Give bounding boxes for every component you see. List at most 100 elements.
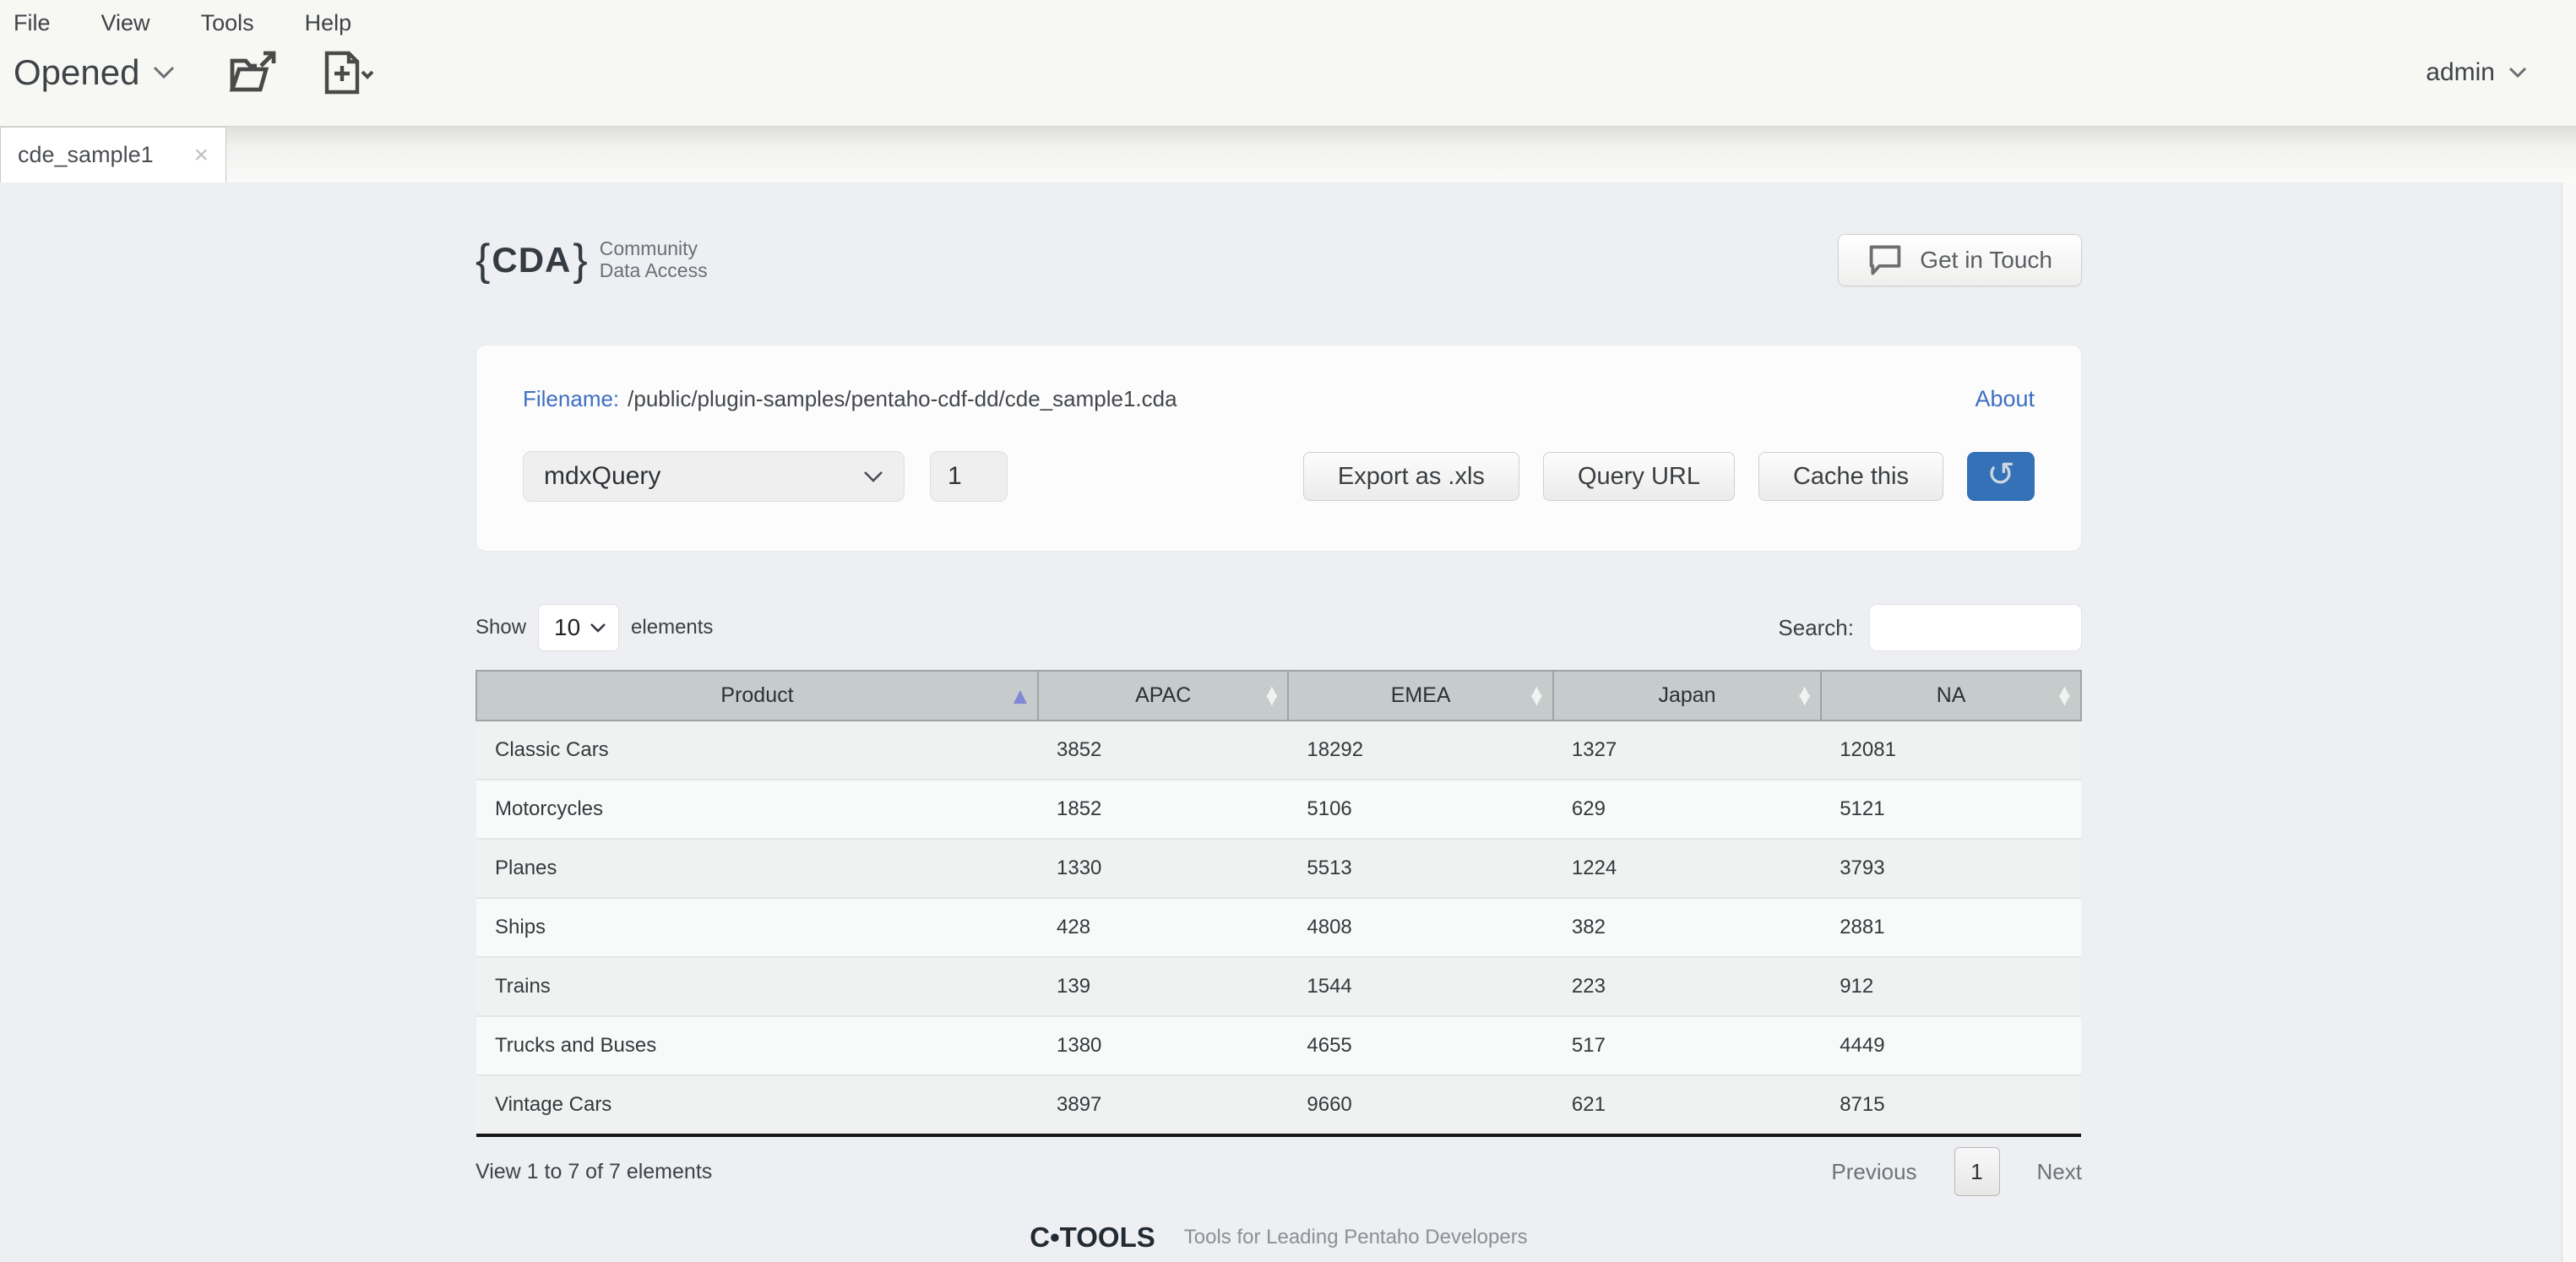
chevron-down-icon: [2508, 67, 2527, 79]
column-header-label: Japan: [1658, 683, 1715, 707]
column-header-label: EMEA: [1391, 683, 1451, 707]
cache-this-button[interactable]: Cache this: [1758, 452, 1943, 501]
value-cell: 4808: [1288, 898, 1553, 957]
table-row: Trucks and Buses138046555174449: [476, 1016, 2081, 1075]
column-header-emea[interactable]: EMEA▲▼: [1288, 671, 1553, 721]
column-header-na[interactable]: NA▲▼: [1821, 671, 2081, 721]
value-cell: 3852: [1038, 721, 1288, 780]
table-header-row: Product▲APAC▲▼EMEA▲▼Japan▲▼NA▲▼: [476, 671, 2081, 721]
query-row: mdxQuery Export as .xls Query URL Cache …: [523, 451, 2035, 502]
logo-brace-right: }: [573, 238, 587, 282]
query-select-value: mdxQuery: [544, 462, 660, 491]
brand-row: { CDA } Community Data Access Get in Tou…: [476, 230, 2082, 291]
scrollbar-track[interactable]: [2562, 182, 2576, 1262]
chevron-down-icon: [153, 66, 175, 79]
refresh-icon: ↺: [1986, 458, 2015, 492]
value-cell: 629: [1553, 780, 1821, 839]
value-cell: 621: [1553, 1075, 1821, 1135]
table-body: Classic Cars385218292132712081Motorcycle…: [476, 721, 2081, 1135]
value-cell: 5106: [1288, 780, 1553, 839]
value-cell: 4449: [1821, 1016, 2081, 1075]
table-head: Product▲APAC▲▼EMEA▲▼Japan▲▼NA▲▼: [476, 671, 2081, 721]
get-in-touch-label: Get in Touch: [1920, 247, 2052, 274]
product-cell: Vintage Cars: [476, 1075, 1038, 1135]
pager: Previous 1 Next: [1831, 1147, 2082, 1196]
column-header-label: Product: [720, 683, 793, 707]
menu-item-help[interactable]: Help: [305, 7, 361, 40]
chevron-down-icon: [590, 623, 606, 634]
query-select[interactable]: mdxQuery: [523, 451, 905, 502]
opened-dropdown-label: Opened: [14, 52, 139, 93]
value-cell: 1852: [1038, 780, 1288, 839]
open-folder-button[interactable]: [227, 51, 278, 95]
value-cell: 428: [1038, 898, 1288, 957]
value-cell: 912: [1821, 957, 2081, 1016]
sort-icon: ▲▼: [1266, 687, 1277, 704]
logo-brace-left: {: [476, 238, 490, 282]
tab-title: cde_sample1: [18, 142, 154, 168]
value-cell: 18292: [1288, 721, 1553, 780]
table-row: Planes1330551312243793: [476, 839, 2081, 898]
tab-close-icon[interactable]: ×: [193, 143, 209, 168]
product-cell: Trains: [476, 957, 1038, 1016]
value-cell: 8715: [1821, 1075, 2081, 1135]
menu-item-tools[interactable]: Tools: [201, 7, 263, 40]
search-wrap: Search:: [1778, 604, 2082, 651]
table-row: Ships42848083822881: [476, 898, 2081, 957]
product-cell: Planes: [476, 839, 1038, 898]
logo-name: CDA: [490, 240, 573, 280]
sort-icon: ▲▼: [1799, 687, 1810, 704]
table-row: Motorcycles185251066295121: [476, 780, 2081, 839]
column-header-label: APAC: [1135, 683, 1191, 707]
app-header: File View Tools Help Opened: [0, 0, 2576, 127]
page-size-select[interactable]: 10: [538, 604, 619, 651]
menubar: File View Tools Help: [0, 0, 2576, 40]
sort-icon: ▲▼: [2059, 687, 2070, 704]
column-header-japan[interactable]: Japan ▲▼: [1553, 671, 1821, 721]
logo-tagline-line2: Data Access: [600, 260, 708, 282]
opened-dropdown[interactable]: Opened: [14, 52, 175, 93]
view-info: View 1 to 7 of 7 elements: [476, 1160, 712, 1184]
next-button[interactable]: Next: [2037, 1159, 2082, 1185]
table-row: Vintage Cars389796606218715: [476, 1075, 2081, 1135]
get-in-touch-button[interactable]: Get in Touch: [1838, 234, 2082, 286]
pagination-row: View 1 to 7 of 7 elements Previous 1 Nex…: [476, 1145, 2082, 1198]
value-cell: 5513: [1288, 839, 1553, 898]
value-cell: 9660: [1288, 1075, 1553, 1135]
value-cell: 1224: [1553, 839, 1821, 898]
menu-item-file[interactable]: File: [14, 7, 59, 40]
toolbar: Opened: [0, 40, 2576, 95]
value-cell: 223: [1553, 957, 1821, 1016]
table-row: Trains1391544223912: [476, 957, 2081, 1016]
new-file-button[interactable]: [322, 50, 376, 95]
column-header-product[interactable]: Product ▲: [476, 671, 1038, 721]
filename-row: Filename: /public/plugin-samples/pentaho…: [523, 386, 2035, 412]
parameter-input[interactable]: [930, 451, 1008, 502]
footer-tagline: Tools for Leading Pentaho Developers: [1184, 1226, 1528, 1249]
search-input[interactable]: [1869, 604, 2082, 651]
list-controls: Show 10 elements Search:: [476, 604, 2082, 651]
menu-item-view[interactable]: View: [101, 7, 159, 40]
value-cell: 1330: [1038, 839, 1288, 898]
value-cell: 1327: [1553, 721, 1821, 780]
tab-strip: cde_sample1 ×: [0, 127, 2576, 182]
export-xls-button[interactable]: Export as .xls: [1303, 452, 1519, 501]
page-1-button[interactable]: 1: [1954, 1147, 2000, 1196]
value-cell: 382: [1553, 898, 1821, 957]
elements-label: elements: [631, 616, 713, 639]
about-link[interactable]: About: [1975, 386, 2035, 412]
results-table: Product▲APAC▲▼EMEA▲▼Japan▲▼NA▲▼ Classic …: [476, 670, 2082, 1137]
product-cell: Classic Cars: [476, 721, 1038, 780]
column-header-apac[interactable]: APAC ▲▼: [1038, 671, 1288, 721]
toolbar-icons: [227, 50, 376, 95]
query-url-button[interactable]: Query URL: [1543, 452, 1735, 501]
tab-cde-sample1[interactable]: cde_sample1 ×: [0, 127, 226, 182]
sort-ascending-icon: ▲: [1014, 687, 1027, 704]
previous-button[interactable]: Previous: [1831, 1159, 1916, 1185]
product-cell: Ships: [476, 898, 1038, 957]
show-label: Show: [476, 616, 526, 639]
action-buttons: Export as .xls Query URL Cache this ↺: [1303, 452, 2035, 501]
refresh-button[interactable]: ↺: [1967, 452, 2035, 501]
search-label: Search:: [1778, 615, 1854, 641]
user-menu[interactable]: admin: [2426, 58, 2527, 87]
